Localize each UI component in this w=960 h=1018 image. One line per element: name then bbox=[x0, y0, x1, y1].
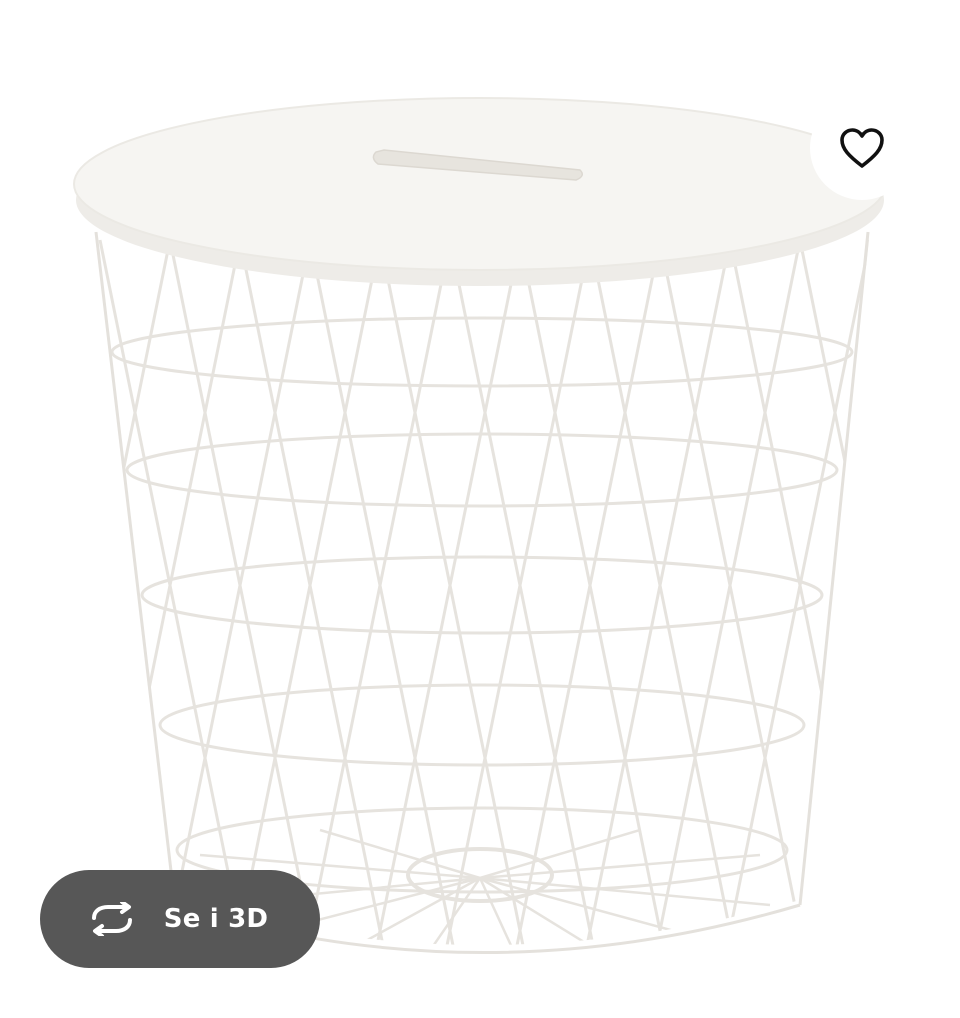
wire-basket bbox=[95, 239, 870, 945]
view-in-3d-button[interactable]: Se i 3D bbox=[40, 870, 320, 968]
favorite-button[interactable] bbox=[810, 96, 914, 200]
view-in-3d-label: Se i 3D bbox=[163, 904, 269, 934]
product-gallery: Se i 3D bbox=[0, 0, 960, 1018]
heart-outline-icon bbox=[840, 128, 884, 168]
table-lid bbox=[73, 97, 887, 286]
rotate-arrows-icon bbox=[86, 902, 138, 936]
